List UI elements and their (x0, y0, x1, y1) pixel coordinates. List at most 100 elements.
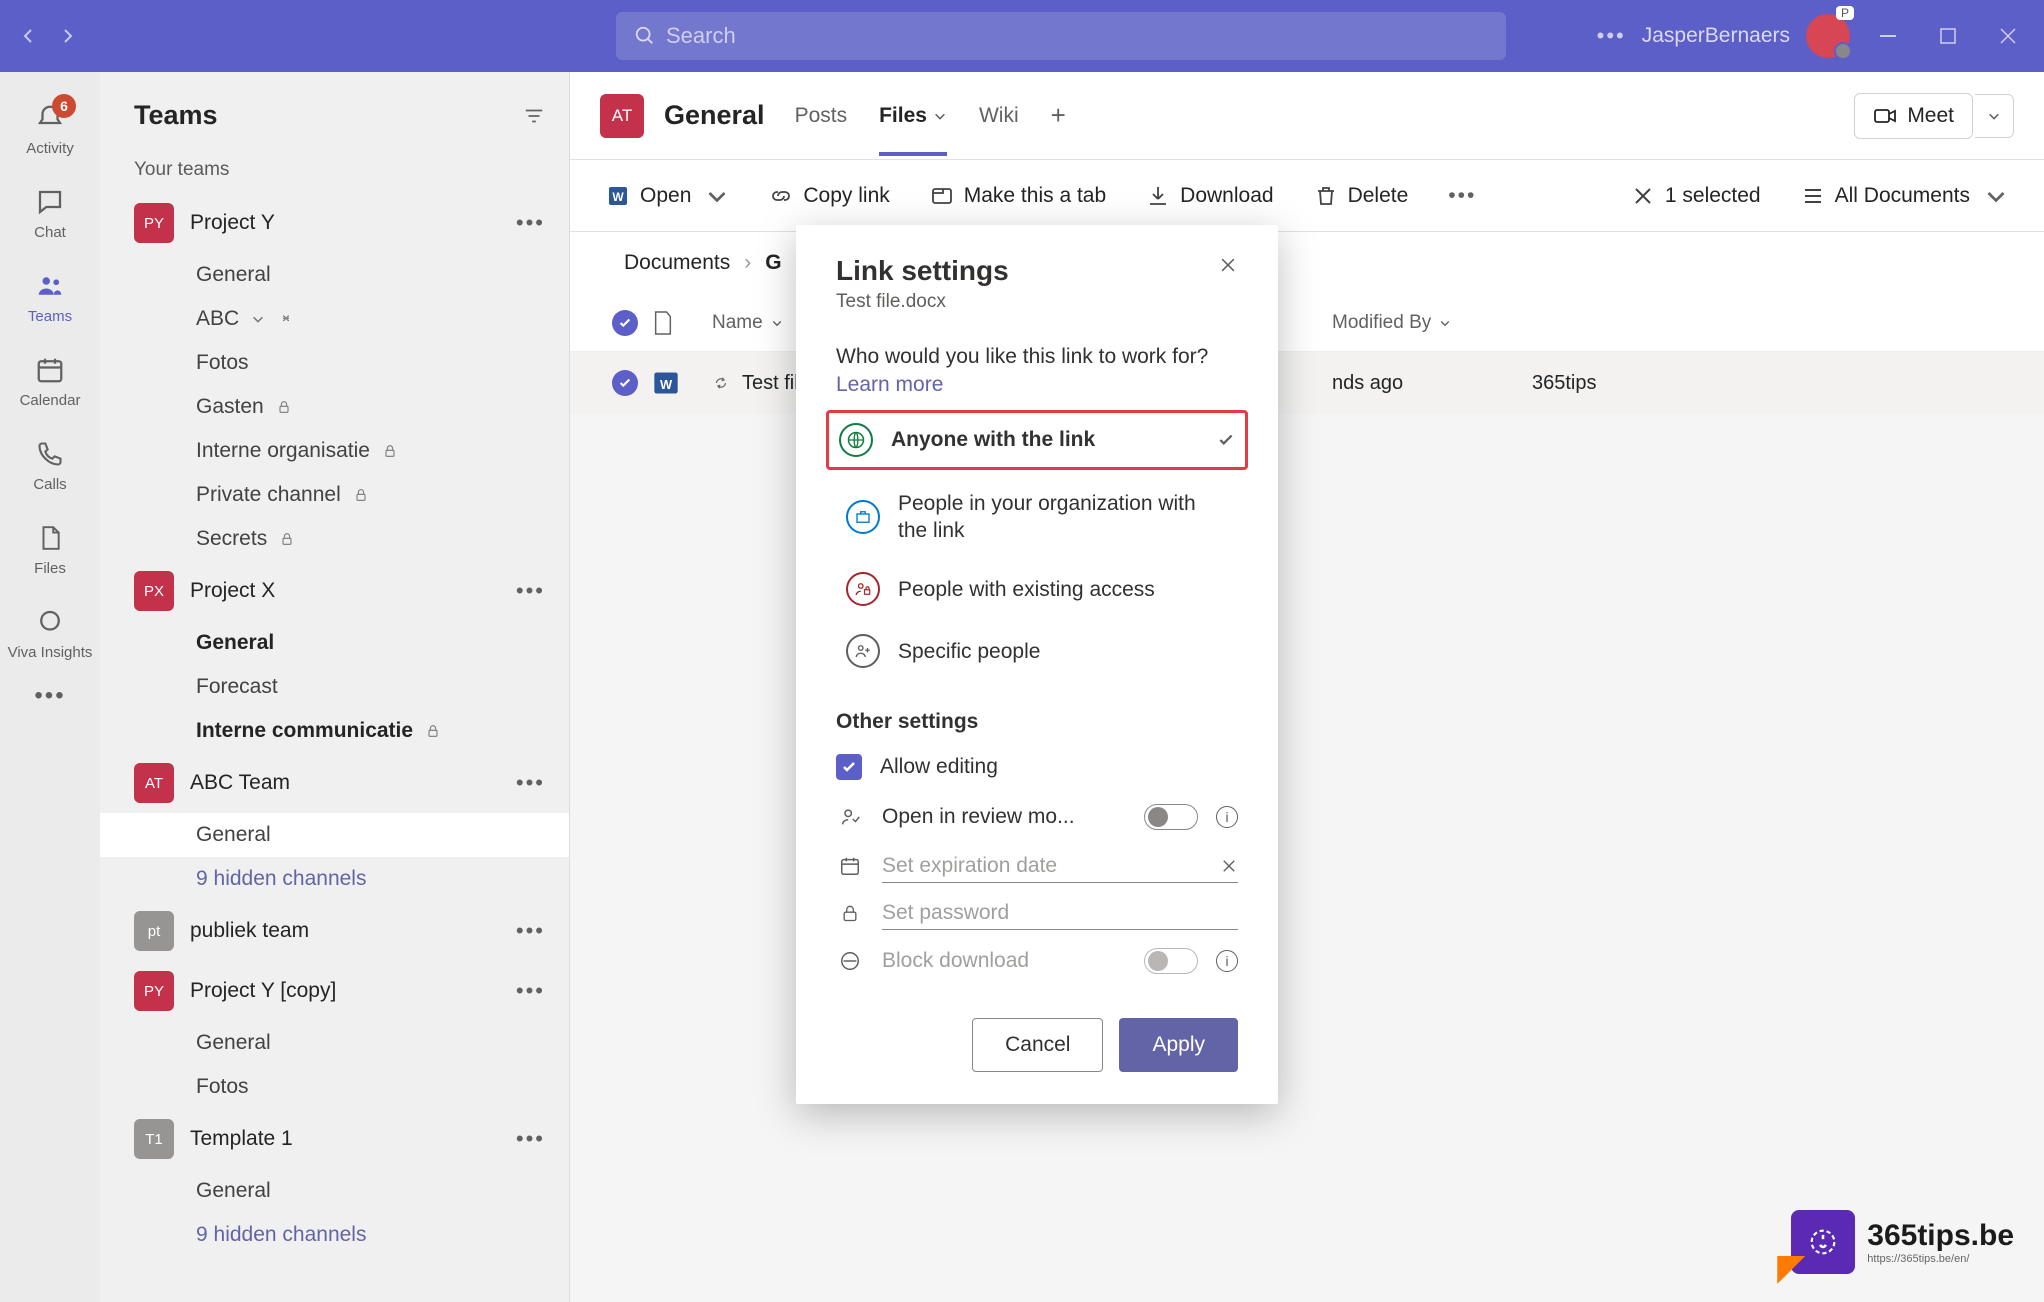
cancel-button[interactable]: Cancel (972, 1018, 1103, 1072)
option-specific[interactable]: Specific people (836, 620, 1238, 682)
chevron-down-icon[interactable] (771, 317, 783, 329)
rail-more-icon[interactable]: ••• (34, 682, 65, 710)
other-settings-header: Other settings (836, 710, 1238, 734)
info-icon[interactable]: i (1216, 806, 1238, 828)
nav-back-icon[interactable] (14, 22, 42, 50)
channel-item[interactable]: Fotos (100, 1065, 569, 1109)
chevron-down-icon (1984, 184, 2008, 208)
window-minimize-icon[interactable] (1866, 19, 1910, 53)
allow-editing-checkbox[interactable] (836, 754, 862, 780)
row-checkbox[interactable] (612, 370, 638, 396)
team-more-icon[interactable]: ••• (516, 978, 545, 1004)
channel-item[interactable]: General (100, 253, 569, 297)
breadcrumb-root[interactable]: Documents (624, 251, 730, 275)
allow-editing-row[interactable]: Allow editing (836, 742, 1238, 792)
toolbar-more-icon[interactable]: ••• (1448, 184, 1476, 208)
download-button[interactable]: Download (1146, 184, 1273, 208)
channel-item[interactable]: Gasten (100, 385, 569, 429)
word-icon: W (606, 184, 630, 208)
breadcrumb-current: G (765, 251, 781, 275)
rail-teams[interactable]: Teams (0, 254, 100, 338)
user-name: JasperBernaers (1642, 24, 1790, 48)
channel-item[interactable]: ABC (100, 297, 569, 341)
team-row[interactable]: PX Project X ••• (100, 561, 569, 621)
clear-selection-button[interactable]: 1 selected (1631, 184, 1761, 208)
modified-time: nds ago (1332, 372, 1403, 394)
make-tab-button[interactable]: Make this a tab (930, 184, 1106, 208)
search-input[interactable]: Search (616, 12, 1506, 60)
channel-item[interactable]: Forecast (100, 665, 569, 709)
channel-item[interactable]: General (100, 813, 569, 857)
channel-item[interactable]: Secrets (100, 517, 569, 561)
chevron-down-icon (251, 312, 265, 326)
tab-wiki[interactable]: Wiki (979, 76, 1019, 156)
col-modified-by[interactable]: Modified By (1332, 312, 1431, 334)
channel-header: AT General Posts Files Wiki + Meet (570, 72, 2044, 160)
meet-button[interactable]: Meet (1854, 93, 1973, 139)
meet-dropdown[interactable] (1975, 94, 2014, 138)
rail-viva[interactable]: Viva Insights (0, 590, 100, 674)
nav-forward-icon[interactable] (54, 22, 82, 50)
channel-item[interactable]: General (100, 1021, 569, 1065)
review-mode-toggle[interactable] (1144, 804, 1198, 830)
channel-item[interactable]: Fotos (100, 341, 569, 385)
info-icon[interactable]: i (1216, 950, 1238, 972)
view-selector[interactable]: All Documents (1801, 184, 2008, 208)
rail-calendar[interactable]: Calendar (0, 338, 100, 422)
rail-files[interactable]: Files (0, 506, 100, 590)
lock-icon (353, 487, 369, 503)
team-row[interactable]: T1 Template 1 ••• (100, 1109, 569, 1169)
block-download-toggle (1144, 948, 1198, 974)
clear-date-icon[interactable] (1220, 857, 1238, 875)
rail-activity[interactable]: 6 Activity (0, 86, 100, 170)
copy-link-button[interactable]: Copy link (769, 184, 889, 208)
team-more-icon[interactable]: ••• (516, 578, 545, 604)
open-button[interactable]: W Open (606, 184, 729, 208)
col-name[interactable]: Name (712, 312, 763, 334)
window-close-icon[interactable] (1986, 19, 2030, 53)
select-all-checkbox[interactable] (612, 310, 638, 336)
channel-item[interactable]: 9 hidden channels (100, 857, 569, 901)
tab-posts[interactable]: Posts (795, 76, 848, 156)
chevron-down-icon[interactable] (1439, 317, 1451, 329)
chevron-down-icon (1987, 109, 2001, 123)
video-icon (1873, 104, 1897, 128)
close-icon (1631, 184, 1655, 208)
team-name: ABC Team (190, 771, 500, 795)
delete-button[interactable]: Delete (1314, 184, 1409, 208)
svg-text:W: W (660, 377, 673, 392)
table-row[interactable]: W Test file nds ago 365tips (570, 352, 2044, 414)
team-row[interactable]: PY Project Y ••• (100, 193, 569, 253)
breadcrumb: Documents › G (570, 232, 2044, 294)
option-anyone[interactable]: Anyone with the link (826, 410, 1248, 470)
lock-icon (279, 531, 295, 547)
channel-item[interactable]: Interne organisatie (100, 429, 569, 473)
rail-calls[interactable]: Calls (0, 422, 100, 506)
add-tab-icon[interactable]: + (1051, 100, 1066, 131)
channel-item[interactable]: 9 hidden channels (100, 1213, 569, 1257)
titlebar-more-icon[interactable]: ••• (1597, 23, 1626, 49)
team-more-icon[interactable]: ••• (516, 1126, 545, 1152)
channel-item[interactable]: General (100, 1169, 569, 1213)
option-organization[interactable]: People in your organization with the lin… (836, 476, 1238, 559)
calendar-icon (836, 855, 864, 877)
filter-icon[interactable] (523, 105, 545, 127)
learn-more-link[interactable]: Learn more (836, 373, 943, 396)
channel-item[interactable]: General (100, 621, 569, 665)
tab-files[interactable]: Files (879, 76, 947, 156)
channel-item[interactable]: Private channel (100, 473, 569, 517)
team-row[interactable]: AT ABC Team ••• (100, 753, 569, 813)
modal-close-icon[interactable] (1218, 255, 1238, 275)
team-more-icon[interactable]: ••• (516, 210, 545, 236)
tab-icon (930, 184, 954, 208)
avatar[interactable]: P (1806, 14, 1850, 58)
option-existing[interactable]: People with existing access (836, 558, 1238, 620)
window-maximize-icon[interactable] (1926, 19, 1970, 53)
team-row[interactable]: PY Project Y [copy] ••• (100, 961, 569, 1021)
team-more-icon[interactable]: ••• (516, 770, 545, 796)
apply-button[interactable]: Apply (1119, 1018, 1238, 1072)
rail-chat[interactable]: Chat (0, 170, 100, 254)
channel-item[interactable]: Interne communicatie (100, 709, 569, 753)
team-row[interactable]: pt publiek team ••• (100, 901, 569, 961)
team-more-icon[interactable]: ••• (516, 918, 545, 944)
